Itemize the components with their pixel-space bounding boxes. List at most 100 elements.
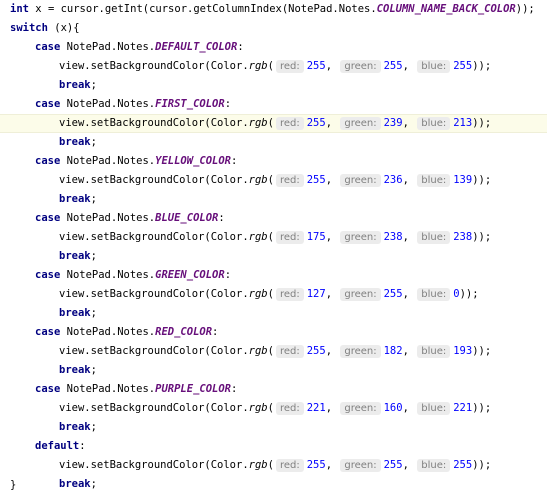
- semicolon: ;: [90, 307, 97, 319]
- param-hint-green: green:: [340, 345, 381, 358]
- keyword-break: break: [59, 307, 91, 319]
- param-hint-green: green:: [340, 459, 381, 472]
- code-line-case[interactable]: case NotePad.Notes.YELLOW_COLOR:: [35, 152, 547, 171]
- constant-color-name: DEFAULT_COLOR: [155, 41, 238, 53]
- code-line-break[interactable]: break;: [59, 361, 547, 380]
- statement-end: ));: [459, 288, 479, 300]
- switch-condition: (x){: [47, 22, 80, 34]
- code-line-set-background[interactable]: view.setBackgroundColor(Color.rgb(red: 25…: [0, 342, 547, 361]
- code-line-break[interactable]: break;: [59, 304, 547, 323]
- colon: :: [237, 41, 244, 53]
- enum-prefix: NotePad.Notes.: [66, 41, 156, 53]
- param-hint-green: green:: [340, 231, 381, 244]
- separator: ,: [325, 174, 339, 186]
- statement-end: ));: [472, 345, 492, 357]
- open-paren: (: [267, 174, 274, 186]
- param-hint-green: green:: [340, 60, 381, 73]
- separator: ,: [402, 402, 416, 414]
- enum-prefix: NotePad.Notes.: [66, 269, 156, 281]
- code-line-case[interactable]: case NotePad.Notes.FIRST_COLOR:: [35, 95, 547, 114]
- open-paren: (: [267, 402, 274, 414]
- keyword-switch: switch: [10, 22, 48, 34]
- value-red: 255: [306, 174, 326, 186]
- method-call: view.setBackgroundColor(Color.: [59, 288, 249, 300]
- param-hint-green: green:: [340, 117, 381, 130]
- param-hint-blue: blue:: [417, 288, 451, 301]
- code-line-set-background[interactable]: view.setBackgroundColor(Color.rgb(red: 25…: [0, 456, 547, 475]
- code-line-break[interactable]: break;: [59, 76, 547, 95]
- enum-prefix: NotePad.Notes.: [66, 326, 156, 338]
- keyword-case: case: [35, 212, 61, 224]
- keyword-case: case: [35, 98, 61, 110]
- constant-color-name: YELLOW_COLOR: [155, 155, 231, 167]
- param-hint-blue: blue:: [417, 345, 451, 358]
- rgb-method: rgb: [248, 60, 268, 72]
- code-line-break[interactable]: break;: [59, 190, 547, 209]
- method-call: view.setBackgroundColor(Color.: [59, 231, 249, 243]
- method-call: view.setBackgroundColor(Color.: [59, 459, 249, 471]
- open-paren: (: [267, 117, 274, 129]
- keyword-case: case: [35, 155, 61, 167]
- constant-color-name: GREEN_COLOR: [155, 269, 225, 281]
- statement-end: ));: [472, 174, 492, 186]
- code-line-case[interactable]: case NotePad.Notes.PURPLE_COLOR:: [35, 380, 547, 399]
- code-line-declaration[interactable]: int x = cursor.getInt(cursor.getColumnIn…: [10, 0, 547, 19]
- code-line-case[interactable]: case NotePad.Notes.DEFAULT_COLOR:: [35, 38, 547, 57]
- constant-color-name: FIRST_COLOR: [155, 98, 225, 110]
- statement-end: ));: [472, 60, 492, 72]
- param-hint-blue: blue:: [417, 459, 451, 472]
- code-line-switch[interactable]: switch (x){: [10, 19, 547, 38]
- keyword-break: break: [59, 421, 91, 433]
- code-line-case[interactable]: case NotePad.Notes.RED_COLOR:: [35, 323, 547, 342]
- keyword-default: default: [35, 440, 80, 452]
- colon: :: [231, 155, 238, 167]
- param-hint-red: red:: [275, 345, 304, 358]
- param-hint-blue: blue:: [417, 60, 451, 73]
- statement-end: ));: [472, 117, 492, 129]
- param-hint-blue: blue:: [417, 174, 451, 187]
- code-line-set-background[interactable]: view.setBackgroundColor(Color.rgb(red: 25…: [0, 57, 547, 76]
- keyword-break: break: [59, 136, 91, 148]
- separator: ,: [325, 402, 339, 414]
- value-green: 255: [383, 459, 403, 471]
- value-red: 255: [306, 345, 326, 357]
- code-line-break[interactable]: break;: [59, 247, 547, 266]
- param-hint-red: red:: [275, 459, 304, 472]
- code-line-case[interactable]: case NotePad.Notes.BLUE_COLOR:: [35, 209, 547, 228]
- constant-color-name: BLUE_COLOR: [155, 212, 219, 224]
- value-blue: 238: [453, 231, 473, 243]
- rgb-method: rgb: [248, 288, 268, 300]
- code-line-set-background[interactable]: view.setBackgroundColor(Color.rgb(red: 25…: [0, 171, 547, 190]
- colon: :: [224, 269, 232, 281]
- code-line-break[interactable]: break;: [59, 133, 547, 152]
- code-line-close-brace[interactable]: }: [10, 476, 547, 495]
- code-line-break[interactable]: break;: [59, 418, 547, 437]
- code-line-set-background[interactable]: view.setBackgroundColor(Color.rgb(red: 17…: [0, 228, 547, 247]
- code-editor[interactable]: int x = cursor.getInt(cursor.getColumnIn…: [0, 0, 547, 501]
- param-hint-green: green:: [340, 288, 381, 301]
- rgb-method: rgb: [248, 117, 268, 129]
- code-line-case[interactable]: case NotePad.Notes.GREEN_COLOR:: [35, 266, 547, 285]
- separator: ,: [402, 288, 416, 300]
- rgb-method: rgb: [248, 345, 268, 357]
- separator: ,: [325, 459, 339, 471]
- separator: ,: [325, 345, 339, 357]
- keyword-int: int: [10, 3, 29, 15]
- value-red: 175: [306, 231, 326, 243]
- keyword-case: case: [35, 269, 61, 281]
- semicolon: ;: [90, 250, 97, 262]
- value-green: 239: [383, 117, 403, 129]
- value-green: 255: [383, 60, 403, 72]
- separator: ,: [402, 345, 416, 357]
- separator: ,: [402, 459, 416, 471]
- colon: :: [218, 212, 225, 224]
- param-hint-red: red:: [275, 117, 304, 130]
- method-call: view.setBackgroundColor(Color.: [59, 117, 249, 129]
- separator: ,: [325, 60, 339, 72]
- code-line-default[interactable]: default:: [35, 437, 547, 456]
- code-line-set-background[interactable]: view.setBackgroundColor(Color.rgb(red: 25…: [0, 114, 547, 133]
- code-line-set-background[interactable]: view.setBackgroundColor(Color.rgb(red: 22…: [0, 399, 547, 418]
- code-line-set-background[interactable]: view.setBackgroundColor(Color.rgb(red: 12…: [0, 285, 547, 304]
- statement-end: ));: [515, 3, 535, 15]
- value-red: 255: [306, 459, 326, 471]
